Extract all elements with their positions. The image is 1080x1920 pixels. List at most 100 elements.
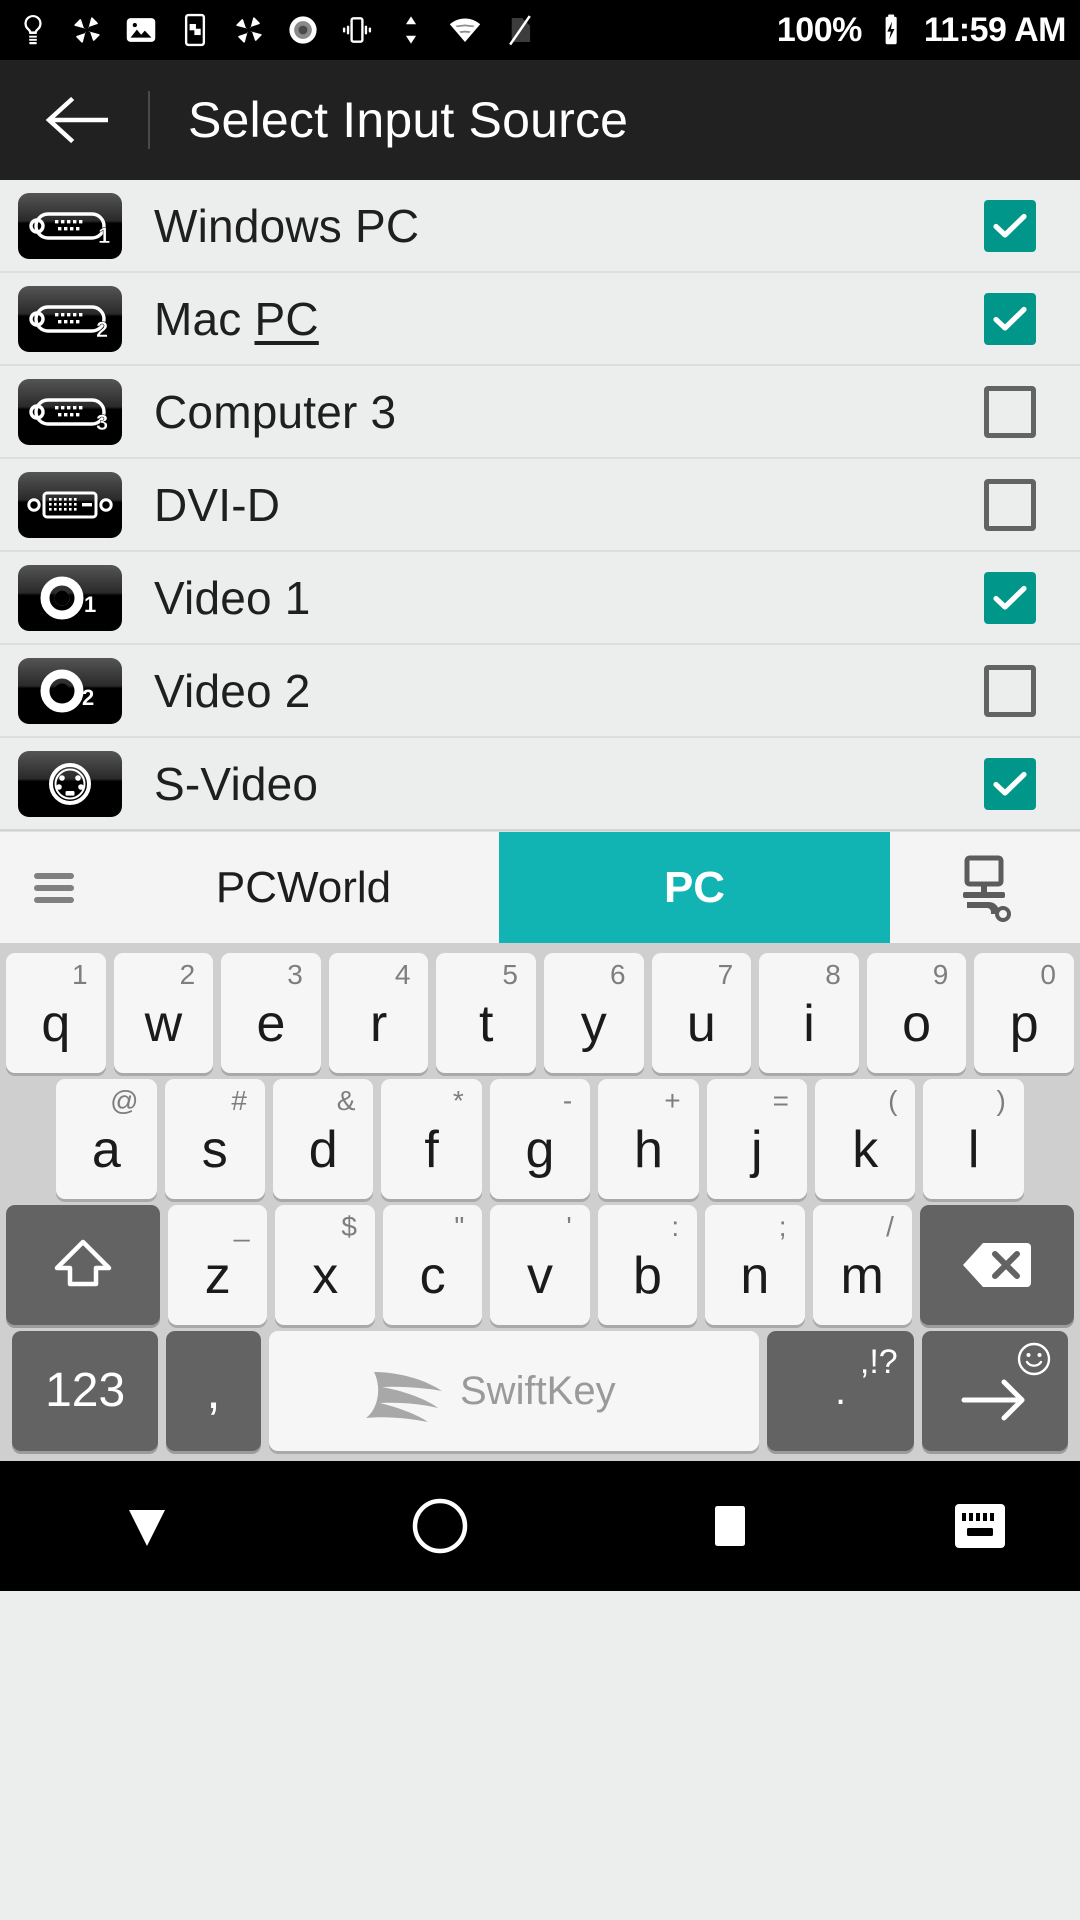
key-k[interactable]: (k: [815, 1079, 916, 1199]
key-u-alt: 7: [717, 959, 734, 990]
back-arrow-icon: [45, 96, 108, 144]
key-y-alt: 6: [610, 959, 626, 990]
key-w[interactable]: 2w: [113, 953, 214, 1073]
list-item-label: Mac PC: [154, 292, 319, 346]
key-q[interactable]: 1q: [6, 953, 106, 1073]
swiftkey-logo: SwiftKey: [269, 1331, 760, 1451]
punctuation-key-main: .: [835, 1369, 847, 1413]
punctuation-key-alt: ,!?: [859, 1343, 898, 1381]
key-i[interactable]: 8i: [759, 953, 859, 1073]
checkbox-video-2[interactable]: [984, 664, 1036, 717]
key-z[interactable]: _ z: [168, 1205, 268, 1325]
list-item-windows-pc[interactable]: 1 Windows PC: [0, 180, 1080, 273]
key-s[interactable]: # s: [164, 1079, 265, 1199]
pinwheel-icon-2: [236, 17, 262, 43]
key-h-main: h: [633, 1121, 663, 1179]
battery-percent: 100%: [776, 10, 862, 49]
key-c[interactable]: " c: [382, 1205, 483, 1325]
key-p-alt: 0: [1040, 959, 1056, 990]
s-video-connector-icon: [18, 750, 122, 817]
shift-key[interactable]: [6, 1205, 161, 1325]
numbers-key[interactable]: 123: [12, 1331, 159, 1451]
key-u-main: u: [686, 995, 716, 1053]
composite-video-1-icon: 1: [18, 564, 122, 631]
hamburger-menu-icon: [34, 872, 74, 903]
key-d-alt: &: [336, 1085, 356, 1116]
list-item-label: Video 2: [154, 664, 311, 717]
checkbox-windows-pc[interactable]: [984, 199, 1036, 252]
key-j-main: j: [751, 1121, 763, 1179]
list-item-label: Windows PC: [154, 199, 420, 252]
key-m[interactable]: / m: [812, 1205, 912, 1325]
key-n-main: n: [740, 1247, 770, 1305]
nav-hide-keyboard-button[interactable]: [0, 1498, 293, 1554]
checkbox-s-video[interactable]: [984, 757, 1036, 810]
checkbox-mac-pc[interactable]: [984, 292, 1036, 345]
key-r[interactable]: 4r: [328, 953, 429, 1073]
list-item-video-1[interactable]: 1 Video 1: [0, 552, 1080, 645]
key-g[interactable]: -g: [489, 1079, 591, 1199]
back-button[interactable]: [36, 78, 120, 162]
svg-text:SwiftKey: SwiftKey: [460, 1369, 616, 1413]
key-x-main: x: [312, 1247, 339, 1305]
key-o[interactable]: 9o: [866, 953, 967, 1073]
key-u[interactable]: 7u: [651, 953, 752, 1073]
list-item-label: Video 1: [154, 571, 311, 624]
key-x[interactable]: $ x: [275, 1205, 375, 1325]
suggestion-pcworld[interactable]: PCWorld: [108, 832, 499, 943]
key-b[interactable]: :b: [597, 1205, 698, 1325]
comma-key[interactable]: ,: [166, 1331, 261, 1451]
vga-connector-1-icon: 1: [18, 192, 122, 259]
key-m-alt: /: [886, 1211, 894, 1242]
suggestion-pc[interactable]: PC: [499, 832, 890, 943]
list-item-computer-3[interactable]: 3 Computer 3: [0, 366, 1080, 459]
key-a[interactable]: @ a: [56, 1079, 157, 1199]
nav-home-button[interactable]: [293, 1494, 586, 1558]
key-l-alt: ): [996, 1085, 1006, 1116]
key-n[interactable]: ; n: [705, 1205, 805, 1325]
nav-recents-button[interactable]: [587, 1500, 880, 1552]
key-r-alt: 4: [394, 959, 411, 990]
list-item-video-2[interactable]: 2 Video 2: [0, 645, 1080, 738]
key-n-alt: ;: [778, 1211, 787, 1242]
hamburger-menu-button[interactable]: [0, 832, 108, 943]
key-y[interactable]: 6y: [544, 953, 644, 1073]
desktop-computer-button[interactable]: [890, 832, 1080, 943]
key-h[interactable]: + h: [598, 1079, 699, 1199]
space-key[interactable]: SwiftKey: [268, 1331, 760, 1451]
key-s-main: s: [201, 1121, 228, 1179]
key-v-alt: ': [566, 1211, 572, 1242]
key-e[interactable]: 3e: [221, 953, 321, 1073]
checkbox-computer-3[interactable]: [984, 385, 1036, 438]
key-j-alt: =: [772, 1085, 790, 1116]
key-b-alt: :: [671, 1211, 680, 1242]
key-f[interactable]: * f: [381, 1079, 482, 1199]
nav-keyboard-switch-button[interactable]: [880, 1498, 1080, 1554]
keyboard-row-1: 1q 2w 3e 4r 5t 6y 7u 8i 9o 0p: [0, 949, 1080, 1073]
vibrate-icon: [342, 17, 372, 43]
key-f-alt: *: [452, 1085, 464, 1116]
key-p[interactable]: 0p: [974, 953, 1074, 1073]
key-v[interactable]: ' v: [490, 1205, 590, 1325]
checkbox-dvi-d[interactable]: [984, 478, 1036, 531]
key-j[interactable]: = j: [706, 1079, 808, 1199]
svg-text:3: 3: [96, 410, 108, 435]
list-item-dvi-d[interactable]: DVI-D: [0, 459, 1080, 552]
swiftkey-keyboard: 1q 2w 3e 4r 5t 6y 7u 8i 9o 0p @ a # s & d *…: [0, 943, 1080, 1461]
key-s-alt: #: [231, 1085, 247, 1116]
key-c-main: c: [419, 1247, 446, 1305]
punctuation-key[interactable]: ,!? .: [767, 1331, 914, 1451]
key-t-main: t: [478, 995, 494, 1053]
key-y-main: y: [580, 995, 607, 1053]
backspace-key[interactable]: [919, 1205, 1074, 1325]
list-item-mac-pc[interactable]: 2 Mac PC: [0, 273, 1080, 366]
checkbox-video-1[interactable]: [984, 571, 1036, 624]
key-l[interactable]: ) l: [923, 1079, 1024, 1199]
key-t[interactable]: 5t: [436, 953, 536, 1073]
enter-key[interactable]: [921, 1331, 1068, 1451]
list-item-s-video[interactable]: S-Video: [0, 738, 1080, 831]
key-d[interactable]: & d: [272, 1079, 374, 1199]
key-m-main: m: [840, 1247, 884, 1305]
backspace-icon: [920, 1205, 1074, 1325]
key-h-alt: +: [664, 1085, 681, 1116]
